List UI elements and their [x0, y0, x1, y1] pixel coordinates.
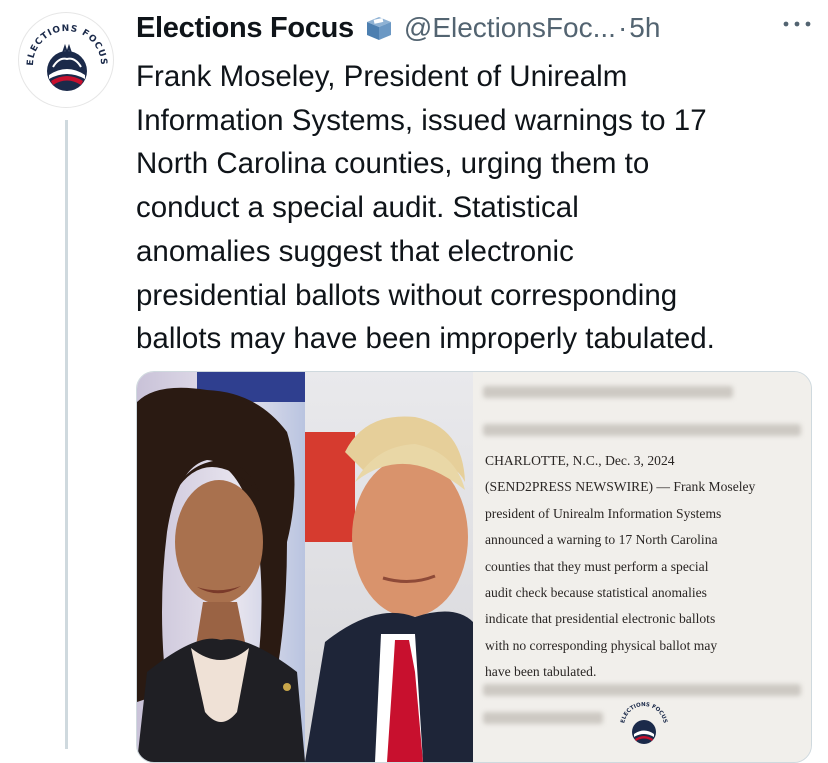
blurred-text — [483, 386, 733, 398]
news-body: CHARLOTTE, N.C., Dec. 3, 2024 (SEND2PRES… — [485, 448, 807, 686]
portrait-photo-right — [305, 372, 473, 762]
tweet-line: conduct a special audit. Statistical — [136, 191, 579, 225]
tweet-text: Frank Moseley, President of Unirealm Inf… — [136, 55, 816, 361]
news-line: with no corresponding physical ballot ma… — [485, 637, 718, 653]
more-options-icon[interactable] — [780, 14, 814, 39]
news-line: (SEND2PRESS NEWSWIRE) — Frank Moseley — [485, 479, 756, 495]
news-line: CHARLOTTE, N.C., Dec. 3, 2024 — [485, 453, 675, 468]
news-line: announced a warning to 17 North Carolina — [485, 532, 718, 548]
handle[interactable]: @ElectionsFoc... — [404, 12, 616, 44]
tweet-line: Information Systems, issued warnings to … — [136, 103, 707, 137]
thread-line — [65, 120, 68, 749]
display-name[interactable]: Elections Focus — [136, 12, 354, 45]
tweet-line: anomalies suggest that electronic — [136, 234, 574, 268]
elections-focus-logo: ELECTIONS FOCUS — [26, 24, 107, 91]
elections-focus-watermark: ELECTIONS FOCUS — [620, 702, 668, 744]
time-separator: · — [617, 12, 628, 43]
news-clipping: CHARLOTTE, N.C., Dec. 3, 2024 (SEND2PRES… — [473, 372, 811, 762]
tweet-header: Elections Focus @ElectionsFoc... · 5h — [136, 8, 814, 48]
tweet-line: ballots may have been improperly tabulat… — [136, 322, 715, 356]
news-line: counties that they must perform a specia… — [485, 558, 709, 574]
timestamp[interactable]: 5h — [629, 12, 660, 44]
tweet-line: presidential ballots without correspondi… — [136, 278, 678, 312]
news-line: audit check because statistical anomalie… — [485, 585, 707, 601]
ballot-box-icon — [364, 13, 394, 43]
avatar[interactable]: ELECTIONS FOCUS — [18, 12, 114, 108]
news-line: president of Unirealm Information System… — [485, 505, 722, 521]
news-line: have been tabulated. — [485, 664, 597, 680]
portrait-photo-left — [137, 372, 305, 762]
blurred-text — [483, 424, 801, 436]
blurred-text — [483, 712, 603, 724]
tweet-line: Frank Moseley, President of Unirealm — [136, 60, 628, 93]
news-line: indicate that presidential electronic ba… — [485, 611, 716, 627]
tweet-line: North Carolina counties, urging them to — [136, 147, 650, 181]
blurred-text — [483, 684, 801, 696]
tweet-media[interactable]: CHARLOTTE, N.C., Dec. 3, 2024 (SEND2PRES… — [136, 371, 812, 763]
